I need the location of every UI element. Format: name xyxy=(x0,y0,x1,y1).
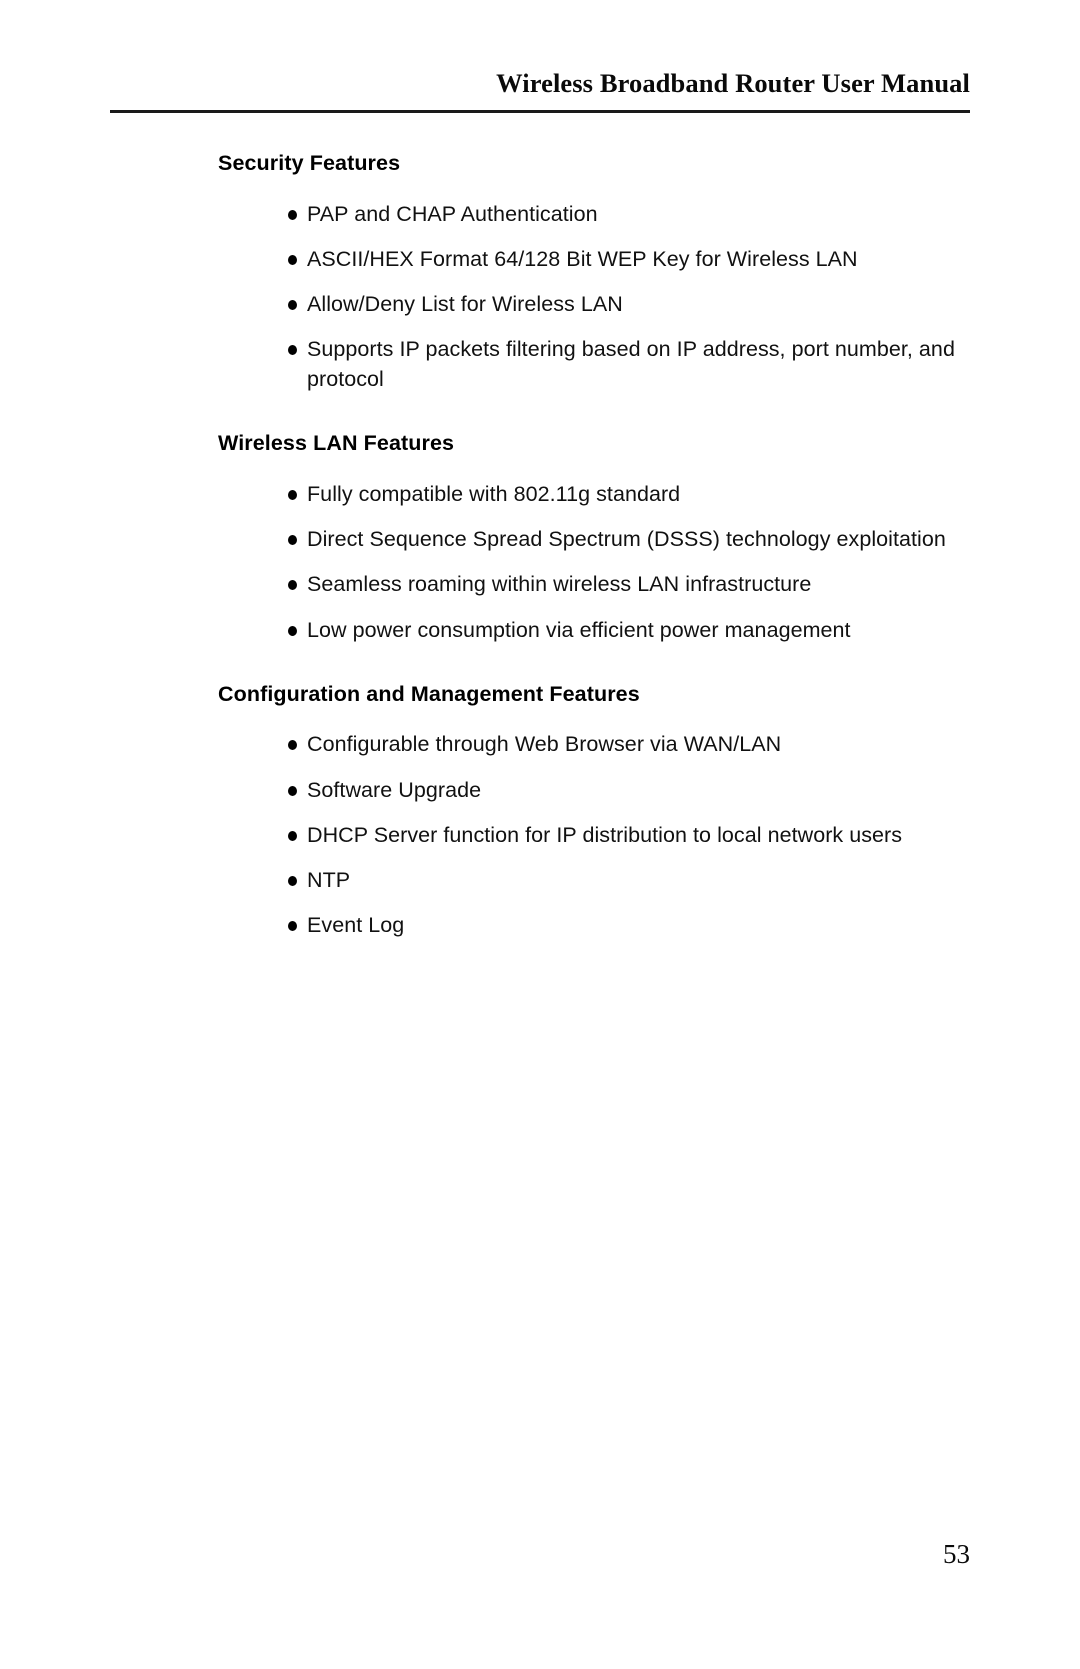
feature-list: Configurable through Web Browser via WAN… xyxy=(218,729,970,939)
list-item: Low power consumption via efficient powe… xyxy=(218,615,970,645)
list-item-label: DHCP Server function for IP distribution… xyxy=(307,822,903,847)
bullet-icon xyxy=(288,580,297,591)
section-security-features: Security Features PAP and CHAP Authentic… xyxy=(218,150,970,394)
section-heading: Security Features xyxy=(218,151,401,175)
feature-list: PAP and CHAP Authentication ASCII/HEX Fo… xyxy=(218,199,970,394)
list-item-label: Low power consumption via efficient powe… xyxy=(307,617,851,642)
bullet-icon xyxy=(288,490,297,501)
list-item-label: Direct Sequence Spread Spectrum (DSSS) t… xyxy=(307,527,946,552)
section-wireless-lan-features: Wireless LAN Features Fully compatible w… xyxy=(218,430,970,644)
list-item: DHCP Server function for IP distribution… xyxy=(218,820,970,850)
bullet-icon xyxy=(288,345,297,356)
bullet-icon xyxy=(288,785,297,796)
manual-page: Wireless Broadband Router User Manual Se… xyxy=(0,0,1080,1669)
list-item-label: Fully compatible with 802.11g standard xyxy=(307,482,681,507)
list-item-label: PAP and CHAP Authentication xyxy=(307,201,598,226)
list-item-label: ASCII/HEX Format 64/128 Bit WEP Key for … xyxy=(307,246,858,271)
running-header: Wireless Broadband Router User Manual xyxy=(110,68,970,99)
bullet-icon xyxy=(288,300,297,311)
bullet-icon xyxy=(288,535,297,546)
list-item: Fully compatible with 802.11g standard xyxy=(218,479,970,509)
page-number: 53 xyxy=(943,1539,970,1569)
list-item: ASCII/HEX Format 64/128 Bit WEP Key for … xyxy=(218,244,970,274)
list-item-label: Configurable through Web Browser via WAN… xyxy=(307,732,782,757)
list-item: Event Log xyxy=(218,910,970,940)
bullet-icon xyxy=(288,875,297,886)
list-item: Software Upgrade xyxy=(218,775,970,805)
bullet-icon xyxy=(288,740,297,751)
list-item: NTP xyxy=(218,865,970,895)
list-item-label: Event Log xyxy=(307,912,405,937)
bullet-icon xyxy=(288,625,297,636)
list-item: Seamless roaming within wireless LAN inf… xyxy=(218,569,970,599)
header-title: Wireless Broadband Router User Manual xyxy=(496,68,970,98)
feature-list: Fully compatible with 802.11g standard D… xyxy=(218,479,970,644)
list-item-label: NTP xyxy=(307,867,351,892)
list-item: Supports IP packets filtering based on I… xyxy=(218,334,970,394)
bullet-icon xyxy=(288,830,297,841)
page-content: Security Features PAP and CHAP Authentic… xyxy=(218,150,970,940)
section-heading: Wireless LAN Features xyxy=(218,431,455,456)
list-item: Allow/Deny List for Wireless LAN xyxy=(218,289,970,319)
section-configuration-and-management-features: Configuration and Management Features Co… xyxy=(218,681,970,940)
list-item-label: Allow/Deny List for Wireless LAN xyxy=(307,292,623,317)
list-item: PAP and CHAP Authentication xyxy=(218,199,970,229)
list-item: Direct Sequence Spread Spectrum (DSSS) t… xyxy=(218,524,970,554)
header-divider xyxy=(110,110,970,113)
bullet-icon xyxy=(288,920,297,931)
list-item-label: Software Upgrade xyxy=(307,777,482,802)
bullet-icon xyxy=(288,254,297,265)
list-item: Configurable through Web Browser via WAN… xyxy=(218,729,970,759)
section-heading: Configuration and Management Features xyxy=(218,681,640,706)
list-item-label: Supports IP packets filtering based on I… xyxy=(307,337,955,392)
list-item-label: Seamless roaming within wireless LAN inf… xyxy=(307,572,812,597)
bullet-icon xyxy=(288,209,297,220)
